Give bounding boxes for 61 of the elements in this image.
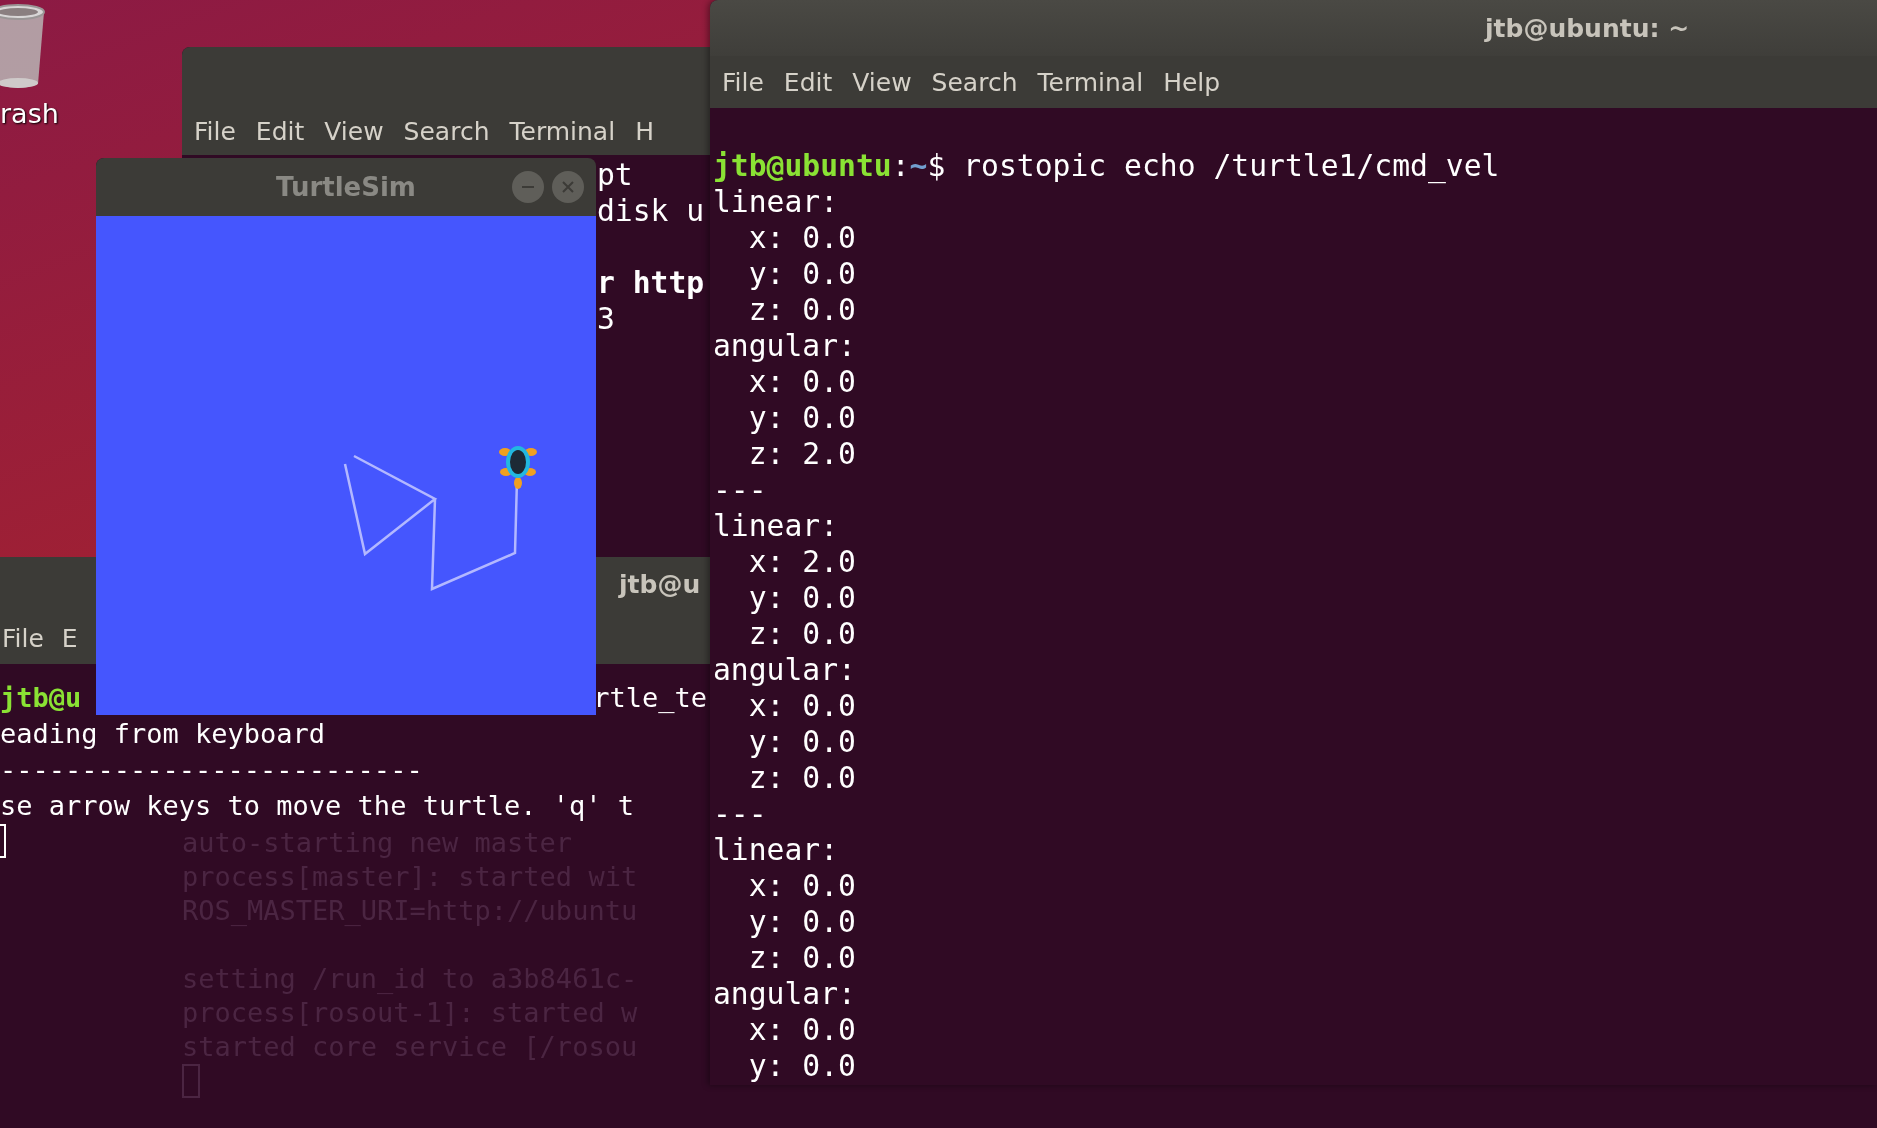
menu-item[interactable]: Search	[931, 67, 1018, 97]
menu-item[interactable]: File	[722, 67, 764, 97]
terminal-line: x: 0.0	[747, 364, 856, 400]
terminal-line: angular:	[713, 328, 856, 364]
prompt-user: jtb@u	[0, 681, 82, 715]
prompt-user: jtb@ubuntu	[713, 148, 892, 184]
turtle-icon	[499, 446, 537, 489]
menu-item[interactable]: Search	[403, 117, 490, 146]
trash-label: rash	[0, 98, 59, 129]
terminal-line: z: 0.0	[747, 616, 856, 652]
close-button[interactable]	[552, 171, 584, 203]
window-title: jtb@u	[619, 570, 701, 599]
minimize-button[interactable]	[512, 171, 544, 203]
menu-item[interactable]: E	[61, 623, 78, 653]
menu-item[interactable]: H	[635, 117, 654, 146]
menu-item[interactable]: Help	[1163, 67, 1221, 97]
menu-item[interactable]: View	[852, 67, 912, 97]
terminal-line: angular:	[713, 976, 856, 1012]
menu-item[interactable]: Terminal	[509, 117, 616, 146]
text-cursor	[182, 1064, 200, 1098]
terminal-line: r http	[597, 265, 705, 301]
terminal-line: x: 0.0	[747, 1012, 856, 1048]
menu-item[interactable]: View	[324, 117, 384, 146]
terminal-line: x: 0.0	[747, 868, 856, 904]
terminal-line: se arrow keys to move the turtle. 'q' t	[0, 789, 634, 823]
terminal-line: ---	[713, 472, 767, 508]
command-text: rtle_te	[593, 681, 707, 715]
menu-item[interactable]: Terminal	[1037, 67, 1144, 97]
terminal-line: eading from keyboard	[0, 717, 326, 751]
terminal-line: z: 0.0	[747, 292, 856, 328]
terminal-line: y: 0.0	[747, 256, 856, 292]
terminal-line: y: 0.0	[747, 580, 856, 616]
terminal-line: disk u	[597, 193, 705, 229]
terminal-line: --------------------------	[0, 753, 423, 787]
terminal-line: x: 2.0	[747, 544, 856, 580]
terminal-line: y: 0.0	[747, 400, 856, 436]
terminal-line: y: 0.0	[747, 1048, 856, 1084]
terminal-line: z: 2.0	[747, 436, 856, 472]
terminal-line: x: 0.0	[747, 688, 856, 724]
terminal-line: z: 0.0	[747, 940, 856, 976]
command-text: $ rostopic echo /turtle1/cmd_vel	[927, 148, 1500, 184]
menu-item[interactable]: Edit	[255, 117, 305, 146]
terminal-line: linear:	[713, 184, 839, 220]
terminal-line: x: 0.0	[747, 220, 856, 256]
prompt-path: ~	[909, 148, 928, 184]
prompt-separator: :	[891, 148, 910, 184]
window-title: TurtleSim	[276, 172, 416, 202]
window-title: jtb@ubuntu: ~	[1485, 13, 1690, 43]
terminal-line: y: 0.0	[747, 904, 856, 940]
terminal-line: 3	[597, 301, 615, 337]
menu-item[interactable]: Edit	[783, 67, 833, 97]
terminal-line: linear:	[713, 508, 839, 544]
terminal-line: pt	[597, 157, 633, 193]
terminal-line: y: 0.0	[747, 724, 856, 760]
terminal-line: linear:	[713, 832, 839, 868]
close-icon	[561, 180, 575, 194]
terminal-line: angular:	[713, 652, 856, 688]
menu-item[interactable]: File	[2, 623, 44, 653]
terminal-line: ---	[713, 796, 767, 832]
menu-item[interactable]: File	[194, 117, 236, 146]
terminal-line: z: 0.0	[747, 760, 856, 796]
